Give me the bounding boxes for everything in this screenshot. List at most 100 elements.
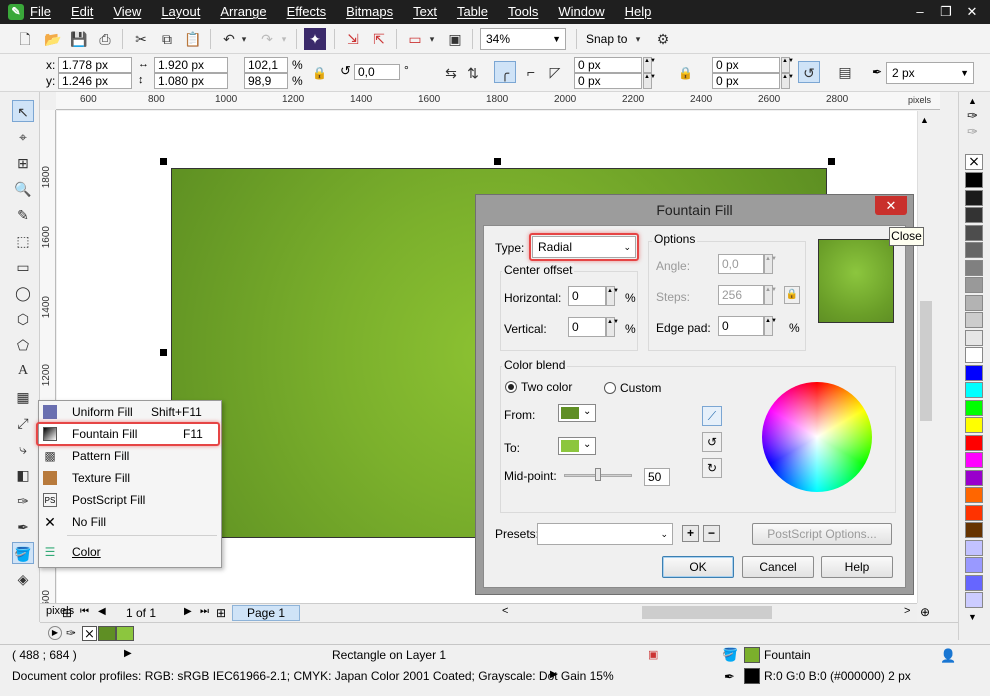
palette-color-swatch[interactable] bbox=[965, 452, 983, 468]
redo-icon[interactable]: ↷ bbox=[256, 28, 278, 50]
spin-icon[interactable]: ▲▼ bbox=[643, 73, 656, 89]
launcher-dropdown-icon[interactable]: ▾ bbox=[426, 28, 438, 50]
eyedropper-tool-icon[interactable]: ✑ bbox=[12, 490, 34, 512]
relative-corner-scaling-icon[interactable]: ↺ bbox=[798, 61, 820, 83]
color-item[interactable]: ☰ Color bbox=[39, 541, 221, 563]
chamfered-corner-icon[interactable]: ◸ bbox=[544, 61, 566, 83]
palette-menu-icon[interactable]: ▶ bbox=[48, 626, 62, 640]
close-window-button[interactable]: ✕ bbox=[962, 3, 982, 21]
palette-color-swatch[interactable] bbox=[965, 259, 983, 276]
import-icon[interactable]: ⇲ bbox=[342, 28, 364, 50]
spin-icon[interactable]: ▲▼ bbox=[764, 285, 777, 305]
palette-color-swatch[interactable] bbox=[965, 504, 983, 521]
spin-icon[interactable]: ▲▼ bbox=[606, 286, 619, 306]
vertical-offset-field[interactable]: 0 bbox=[568, 317, 606, 337]
palette-eyedropper-icon[interactable]: ✑ bbox=[967, 124, 978, 140]
add-preset-icon[interactable]: + bbox=[682, 525, 699, 542]
menu-edit[interactable]: Edit bbox=[71, 0, 93, 24]
palette-color-swatch[interactable] bbox=[965, 522, 983, 538]
selection-handle[interactable] bbox=[160, 349, 167, 356]
spin-icon[interactable]: ▲▼ bbox=[781, 57, 794, 73]
outline-width-select[interactable]: 2 px ▼ bbox=[886, 62, 974, 84]
cut-icon[interactable]: ✂ bbox=[130, 28, 152, 50]
mirror-vertical-icon[interactable]: ⇅ bbox=[462, 62, 484, 84]
no-color-swatch[interactable]: ⨯ bbox=[965, 154, 983, 170]
midpoint-slider-thumb[interactable] bbox=[595, 468, 601, 481]
dimension-tool-icon[interactable]: ⤢ bbox=[12, 412, 34, 434]
scroll-left-icon[interactable]: < bbox=[502, 605, 508, 617]
cancel-button[interactable]: Cancel bbox=[742, 556, 814, 578]
expand-icon[interactable]: ▶ bbox=[124, 648, 132, 659]
scale-y-field[interactable]: 98,9 bbox=[244, 73, 288, 89]
polygon-tool-icon[interactable]: ⬡ bbox=[12, 308, 34, 330]
custom-radio[interactable] bbox=[604, 382, 616, 394]
horizontal-scroll-thumb[interactable] bbox=[642, 606, 772, 619]
table-tool-icon[interactable]: ▦ bbox=[12, 386, 34, 408]
crop-tool-icon[interactable]: ⊞ bbox=[12, 152, 34, 174]
menu-file[interactable]: File bbox=[30, 0, 51, 24]
wrap-text-icon[interactable]: ▤ bbox=[834, 61, 856, 83]
y-position-field[interactable]: 1.246 px bbox=[58, 73, 132, 89]
palette-color-swatch[interactable] bbox=[965, 469, 983, 486]
selection-handle[interactable] bbox=[160, 158, 167, 165]
palette-color-swatch[interactable] bbox=[965, 189, 983, 206]
horizontal-offset-field[interactable]: 0 bbox=[568, 286, 606, 306]
palette-color-swatch[interactable] bbox=[965, 329, 983, 346]
smart-fill-tool-icon[interactable]: ⬚ bbox=[12, 230, 34, 252]
scalloped-corner-icon[interactable]: ⌐ bbox=[520, 61, 542, 83]
rotation-angle-field[interactable]: 0,0 bbox=[354, 64, 400, 80]
application-launcher-icon[interactable]: ▭ bbox=[404, 28, 426, 50]
two-color-radio[interactable] bbox=[505, 381, 517, 393]
zoom-tool-icon[interactable]: 🔍 bbox=[12, 178, 34, 200]
ok-button[interactable]: OK bbox=[662, 556, 734, 578]
palette-color-swatch[interactable] bbox=[965, 224, 983, 241]
ellipse-tool-icon[interactable]: ◯ bbox=[12, 282, 34, 304]
lock-steps-icon[interactable]: 🔒 bbox=[784, 286, 800, 304]
shape-tool-icon[interactable]: ⌖ bbox=[12, 126, 34, 148]
interactive-fill-tool-icon[interactable]: ◈ bbox=[12, 568, 34, 590]
menu-effects[interactable]: Effects bbox=[287, 0, 327, 24]
angle-field[interactable]: 0,0 bbox=[718, 254, 764, 274]
palette-color-swatch[interactable] bbox=[965, 539, 983, 556]
palette-color-swatch[interactable] bbox=[965, 312, 983, 328]
first-page-icon[interactable]: ⏮ bbox=[80, 606, 89, 617]
palette-color-swatch[interactable] bbox=[965, 399, 983, 416]
menu-arrange[interactable]: Arrange bbox=[220, 0, 266, 24]
freehand-tool-icon[interactable]: ✎ bbox=[12, 204, 34, 226]
menu-text[interactable]: Text bbox=[413, 0, 437, 24]
paste-icon[interactable]: 📋 bbox=[182, 28, 204, 50]
palette-scroll-up-icon[interactable]: ▲ bbox=[968, 96, 977, 106]
last-page-icon[interactable]: ⏭ bbox=[200, 606, 209, 617]
new-document-icon[interactable]: 🗋 bbox=[14, 28, 36, 50]
minimize-button[interactable]: – bbox=[910, 3, 930, 21]
palette-color-swatch[interactable] bbox=[965, 592, 983, 608]
scroll-right-icon[interactable]: > bbox=[904, 605, 910, 617]
add-page-icon[interactable]: ⊞ bbox=[62, 606, 72, 620]
steps-field[interactable]: 256 bbox=[718, 285, 764, 305]
export-icon[interactable]: ⇱ bbox=[368, 28, 390, 50]
palette-color-swatch[interactable] bbox=[965, 347, 983, 363]
vertical-scrollbar[interactable]: ▲ bbox=[917, 111, 933, 603]
outline-swatch[interactable] bbox=[744, 668, 760, 684]
user-icon[interactable]: 👤 bbox=[940, 648, 956, 664]
basic-shapes-tool-icon[interactable]: ⬠ bbox=[12, 334, 34, 356]
palette-eyedropper-icon[interactable]: ✑ bbox=[66, 626, 76, 640]
palette-color-swatch[interactable] bbox=[965, 434, 983, 451]
palette-color-swatch[interactable] bbox=[965, 277, 983, 293]
snap-dropdown-icon[interactable]: ▾ bbox=[632, 28, 644, 50]
presets-select[interactable]: ⌄ bbox=[537, 523, 673, 545]
selection-handle[interactable] bbox=[494, 158, 501, 165]
palette-color-swatch[interactable] bbox=[965, 364, 983, 381]
redo-dropdown-icon[interactable]: ▾ bbox=[278, 28, 290, 50]
texture-fill-item[interactable]: Texture Fill bbox=[39, 467, 221, 489]
from-color-picker[interactable]: ⌄ bbox=[558, 404, 596, 422]
height-field[interactable]: 1.080 px bbox=[154, 73, 228, 89]
selection-handle[interactable] bbox=[828, 158, 835, 165]
lock-ratio-icon[interactable]: 🔒 bbox=[312, 66, 327, 80]
counterclockwise-blend-icon[interactable]: ↺ bbox=[702, 432, 722, 452]
direct-blend-icon[interactable]: ⟋ bbox=[702, 406, 722, 426]
palette-color-swatch[interactable] bbox=[965, 487, 983, 503]
mirror-horizontal-icon[interactable]: ⇆ bbox=[440, 62, 462, 84]
zoom-to-page-icon[interactable]: ⊕ bbox=[920, 605, 930, 619]
restore-button[interactable]: ❐ bbox=[936, 3, 956, 21]
